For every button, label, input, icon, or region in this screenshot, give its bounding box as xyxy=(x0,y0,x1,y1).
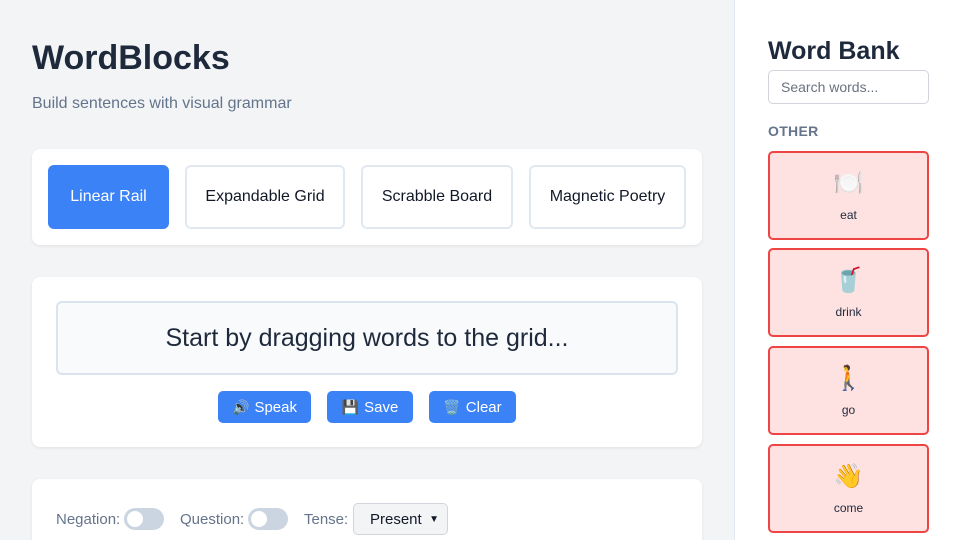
trash-icon: 🗑️ xyxy=(443,398,461,415)
save-label: Save xyxy=(364,398,399,416)
clear-label: Clear xyxy=(465,398,502,416)
app-title: WordBlocks xyxy=(32,39,230,77)
main-panel: WordBlocks Build sentences with visual g… xyxy=(0,0,734,540)
speak-button[interactable]: 🔊 Speak xyxy=(218,391,311,423)
word-bank-title: Word Bank xyxy=(768,37,900,65)
sentence-drop-area[interactable]: Start by dragging words to the grid... xyxy=(56,301,678,375)
mode-magnetic-poetry-button[interactable]: Magnetic Poetry xyxy=(529,165,686,229)
toggle-knob xyxy=(127,511,143,527)
word-label: eat xyxy=(840,207,857,222)
speak-label: Speak xyxy=(254,398,297,416)
negation-toggle[interactable] xyxy=(124,508,164,530)
tense-select[interactable]: Present ▼ xyxy=(353,503,448,535)
grammar-options: Negation: Question: Tense: Present ▼ xyxy=(32,479,702,540)
question-toggle[interactable] xyxy=(248,508,288,530)
word-tile-come[interactable]: 👋 come xyxy=(768,444,929,533)
speaker-icon: 🔊 xyxy=(232,398,250,415)
word-label: come xyxy=(833,500,864,515)
word-tile-eat[interactable]: 🍽️ eat xyxy=(768,151,929,240)
mode-selector: Linear Rail Expandable Grid Scrabble Boa… xyxy=(32,149,702,245)
word-bank-sidebar: Word Bank OTHER 🍽️ eat 🥤 drink 🚶 go 👋 co… xyxy=(734,0,960,540)
negation-label: Negation: xyxy=(56,511,121,528)
mode-linear-rail-button[interactable]: Linear Rail xyxy=(48,165,169,229)
walking-person-icon: 🚶 xyxy=(833,364,864,392)
category-heading: OTHER xyxy=(768,123,819,139)
toggle-knob xyxy=(251,511,267,527)
drop-area-placeholder: Start by dragging words to the grid... xyxy=(165,323,569,352)
save-button[interactable]: 💾 Save xyxy=(327,391,413,423)
sentence-builder: Start by dragging words to the grid... 🔊… xyxy=(32,277,702,447)
cup-icon: 🥤 xyxy=(833,266,864,294)
question-label: Question: xyxy=(180,511,245,528)
floppy-disk-icon: 💾 xyxy=(341,398,360,415)
tense-label: Tense: xyxy=(304,511,349,528)
tense-selected-value: Present xyxy=(370,510,422,528)
waving-hand-icon: 👋 xyxy=(833,462,864,490)
word-tile-drink[interactable]: 🥤 drink xyxy=(768,248,929,337)
word-tile-go[interactable]: 🚶 go xyxy=(768,346,929,435)
clear-button[interactable]: 🗑️ Clear xyxy=(429,391,516,423)
word-search-input[interactable] xyxy=(768,70,929,104)
app-subtitle: Build sentences with visual grammar xyxy=(32,95,292,112)
word-label: go xyxy=(841,402,856,417)
plate-icon: 🍽️ xyxy=(833,169,864,197)
mode-expandable-grid-button[interactable]: Expandable Grid xyxy=(185,165,345,229)
chevron-down-icon: ▼ xyxy=(429,513,439,525)
mode-scrabble-board-button[interactable]: Scrabble Board xyxy=(361,165,513,229)
word-label: drink xyxy=(835,304,862,319)
